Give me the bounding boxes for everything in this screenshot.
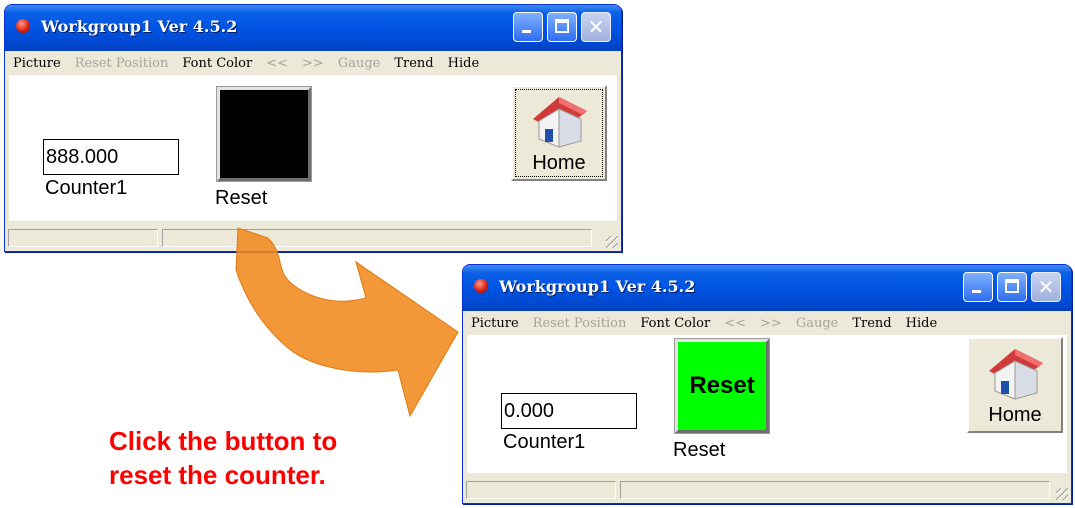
instruction-caption: Click the button to reset the counter. [109, 424, 337, 492]
arrow-shape [235, 227, 459, 418]
caption-line-1: Click the button to [109, 426, 338, 456]
caption-line-2: reset the counter. [109, 460, 326, 490]
